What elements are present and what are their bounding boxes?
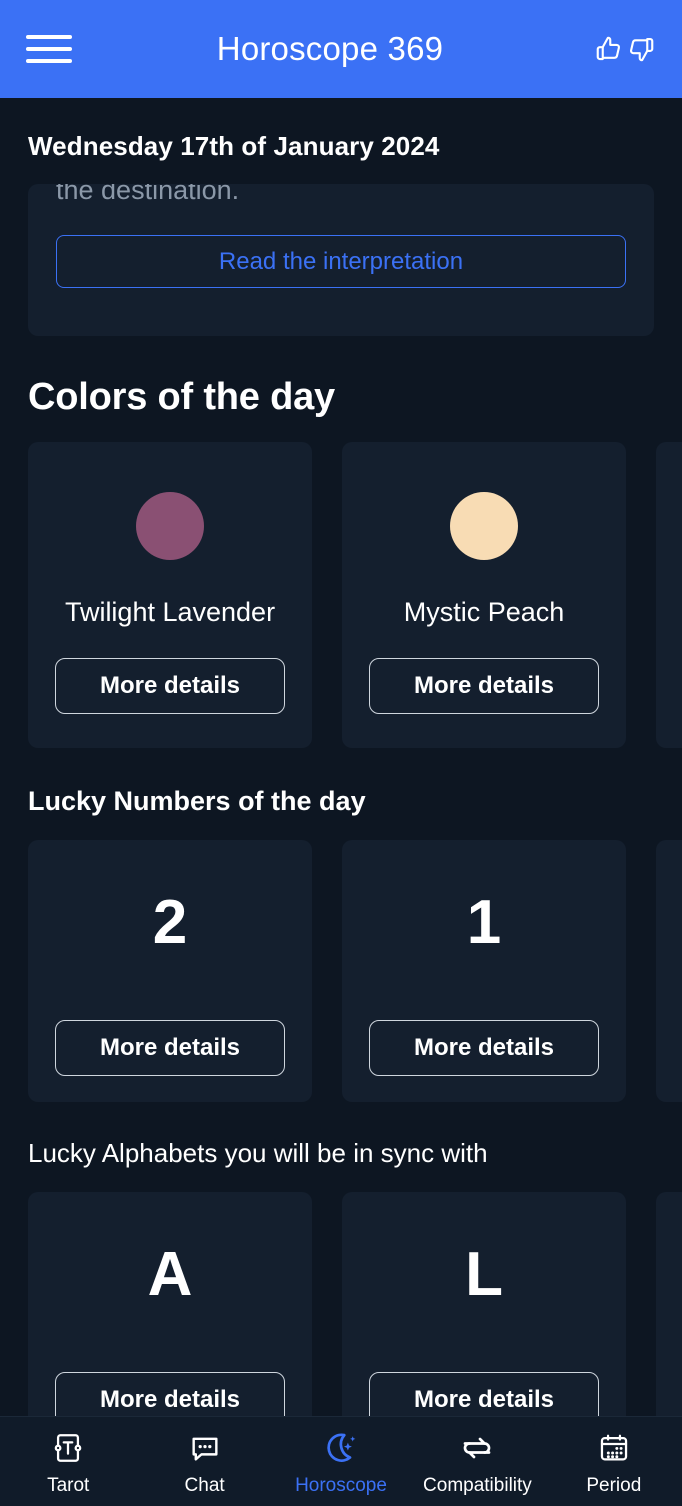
numbers-rail[interactable]: 2 More details 1 More details <box>0 817 682 1102</box>
more-details-button[interactable]: More details <box>369 1020 599 1076</box>
more-details-button[interactable]: More details <box>55 1020 285 1076</box>
lucky-letter: L <box>465 1240 503 1309</box>
nav-item-tarot[interactable]: Tarot <box>0 1429 136 1495</box>
horoscope-app: Horoscope 369 Wednesday 17th of January … <box>0 0 682 1506</box>
bottom-navigation: Tarot Chat Horoscope Compatibility Perio… <box>0 1416 682 1506</box>
thumbs-down-icon[interactable] <box>626 33 656 65</box>
color-card-partial[interactable] <box>656 442 682 748</box>
numbers-heading: Lucky Numbers of the day <box>28 786 366 816</box>
calendar-icon <box>597 1429 631 1467</box>
nav-label: Tarot <box>47 1474 90 1496</box>
color-name: Mystic Peach <box>403 597 565 627</box>
color-name: Twilight Lavender <box>64 597 276 627</box>
number-card[interactable]: 1 More details <box>342 840 626 1102</box>
page-title: Horoscope 369 <box>216 30 444 67</box>
more-details-button[interactable]: More details <box>55 1372 285 1416</box>
alphabet-card[interactable]: L More details <box>342 1192 626 1416</box>
colors-heading: Colors of the day <box>28 376 335 418</box>
number-card[interactable]: 2 More details <box>28 840 312 1102</box>
tarot-card-icon <box>51 1429 85 1467</box>
color-card[interactable]: Twilight Lavender More details <box>28 442 312 748</box>
color-card[interactable]: Mystic Peach More details <box>342 442 626 748</box>
scroll-content[interactable]: Wednesday 17th of January 2024 the desti… <box>0 98 682 1416</box>
nav-item-horoscope[interactable]: Horoscope <box>273 1429 409 1495</box>
alphabets-heading: Lucky Alphabets you will be in sync with <box>28 1138 488 1168</box>
nav-label: Horoscope <box>295 1474 387 1496</box>
lucky-letter: A <box>147 1240 193 1309</box>
crescent-moon-stars-icon <box>323 1429 359 1467</box>
rating-icons <box>594 33 656 65</box>
nav-label: Chat <box>184 1474 225 1496</box>
color-swatch <box>450 492 518 560</box>
current-date: Wednesday 17th of January 2024 <box>28 131 440 161</box>
app-header: Horoscope 369 <box>0 0 682 98</box>
interpretation-excerpt: the destination. <box>56 184 240 205</box>
nav-label: Compatibility <box>423 1474 532 1496</box>
lucky-number: 1 <box>466 888 502 957</box>
nav-item-chat[interactable]: Chat <box>136 1429 272 1495</box>
alphabet-card[interactable]: A More details <box>28 1192 312 1416</box>
read-interpretation-button[interactable]: Read the interpretation <box>56 235 626 288</box>
more-details-button[interactable]: More details <box>55 658 285 714</box>
chat-bubble-icon <box>188 1429 222 1467</box>
nav-item-compatibility[interactable]: Compatibility <box>409 1429 545 1495</box>
nav-item-period[interactable]: Period <box>546 1429 682 1495</box>
number-card-partial[interactable] <box>656 840 682 1102</box>
interpretation-card: the destination. Read the interpretation <box>28 184 654 336</box>
nav-label: Period <box>586 1474 642 1496</box>
alphabets-rail[interactable]: A More details L More details <box>0 1169 682 1416</box>
thumbs-up-icon[interactable] <box>594 33 624 65</box>
color-swatch <box>136 492 204 560</box>
colors-rail[interactable]: Twilight Lavender More details Mystic Pe… <box>0 419 682 748</box>
swap-arrows-icon <box>459 1429 495 1467</box>
lucky-number: 2 <box>152 888 188 957</box>
more-details-button[interactable]: More details <box>369 658 599 714</box>
more-details-button[interactable]: More details <box>369 1372 599 1416</box>
alphabet-card-partial[interactable] <box>656 1192 682 1416</box>
